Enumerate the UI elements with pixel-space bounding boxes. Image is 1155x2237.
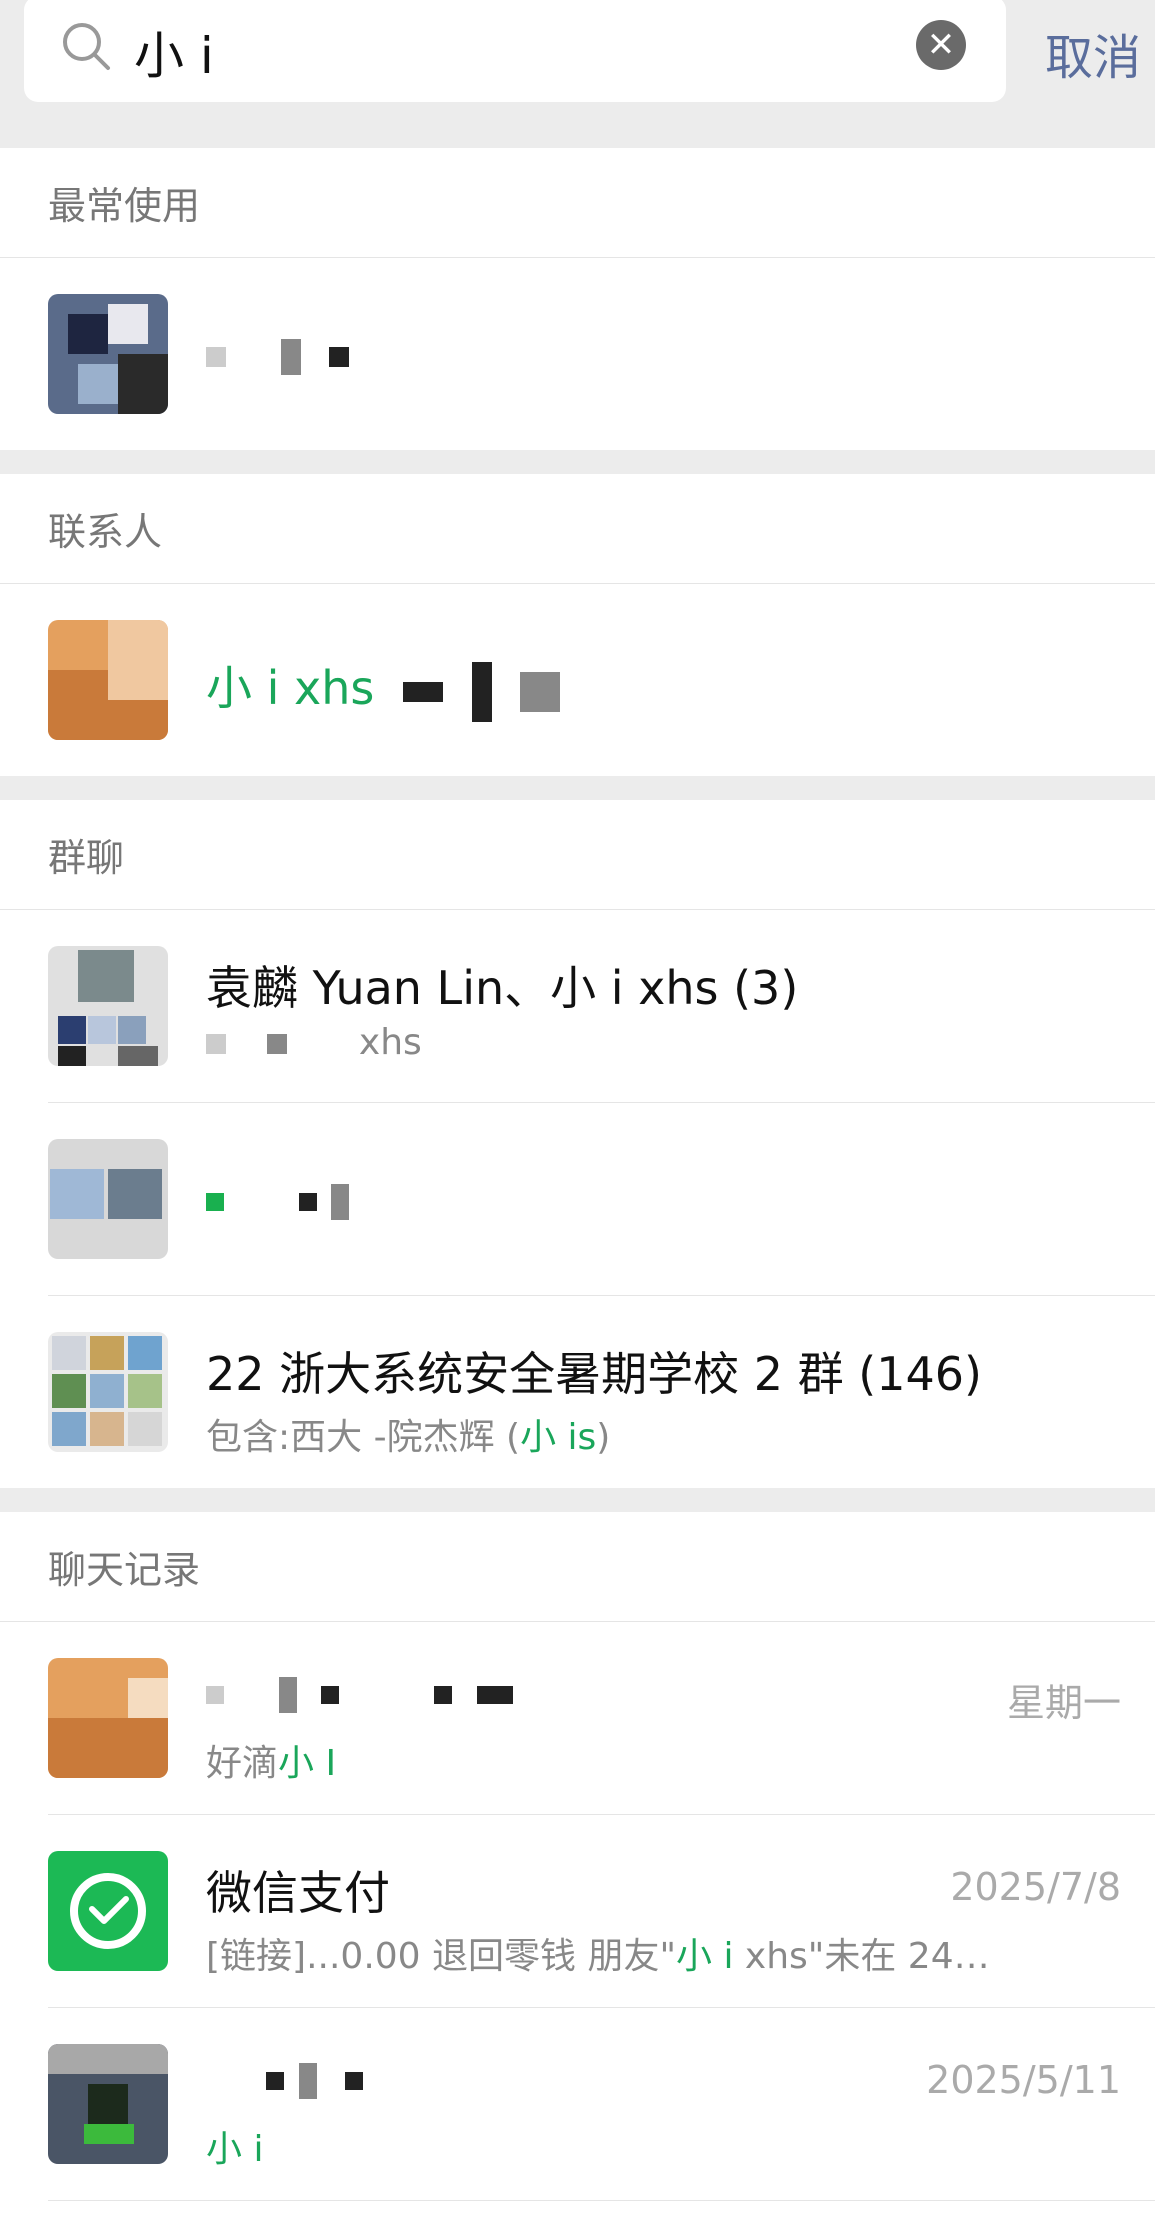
contact-name: 小 i xhs: [206, 652, 561, 722]
list-item[interactable]: 22 浙大系统安全暑期学校 2 群 (146) 包含:西大 -院杰辉 (小 is…: [48, 1296, 1155, 1488]
frequent-section: 最常使用: [0, 148, 1155, 450]
list-item[interactable]: 小 i xhs: [48, 584, 1155, 776]
cancel-button[interactable]: 取消: [1045, 18, 1141, 88]
group-avatar: [48, 1139, 168, 1259]
avatar: [48, 1658, 168, 1778]
section-gap: [0, 1488, 1155, 1512]
list-item[interactable]: [48, 258, 1155, 450]
group-member-match: xhs: [206, 1022, 1066, 1063]
contacts-section: 联系人 小 i xhs: [0, 474, 1155, 776]
group-name: 袁麟 Yuan Lin、小 i xhs (3): [206, 961, 799, 1015]
search-query: 小 i: [134, 27, 214, 85]
avatar: [48, 294, 168, 414]
list-item[interactable]: 微信支付 2025/7/8 [链接]...0.00 退回零钱 朋友"小 i xh…: [48, 1815, 1155, 2008]
list-item[interactable]: 袁麟 Yuan Lin、小 i xhs (3) xhs: [48, 910, 1155, 1103]
chat-name-masked: [206, 2050, 364, 2104]
section-title-frequent: 最常使用: [0, 148, 1155, 258]
section-gap: [0, 450, 1155, 474]
chat-snippet: 小 i: [206, 2129, 264, 2170]
wechat-pay-icon: [48, 1851, 168, 1971]
chat-snippet: [链接]...0.00 退回零钱 朋友"小 i xhs"未在 24…: [206, 1936, 990, 1977]
group-member-match: 包含:西大 -院杰辉 (小 is): [206, 1417, 611, 1458]
chat-date: 2025/7/8: [950, 1865, 1121, 1909]
clear-icon[interactable]: ✕: [916, 20, 966, 70]
group-name-masked: [206, 1171, 350, 1225]
group-avatar: [48, 1332, 168, 1452]
contact-name-masked: [206, 326, 350, 380]
chat-name-masked: [206, 1664, 513, 1718]
group-name: 22 浙大系统安全暑期学校 2 群 (146): [206, 1347, 982, 1401]
chat-date: 2025/5/11: [926, 2058, 1121, 2102]
search-header: 小 i ✕ 取消: [0, 0, 1155, 148]
chat-snippet: 好滴小 I: [206, 1743, 337, 1784]
avatar: [48, 2044, 168, 2164]
section-gap: [0, 776, 1155, 800]
section-title-contacts: 联系人: [0, 474, 1155, 584]
chat-date: 星期一: [1006, 1681, 1121, 1725]
group-avatar: [48, 946, 168, 1066]
chat-name: 微信支付: [206, 1866, 390, 1920]
section-title-groups: 群聊: [0, 800, 1155, 910]
list-item[interactable]: 2025/5/11 小 i: [48, 2008, 1155, 2201]
list-item[interactable]: [48, 1103, 1155, 1296]
avatar: [48, 620, 168, 740]
search-icon: [63, 23, 110, 70]
search-input[interactable]: 小 i ✕: [24, 0, 1006, 102]
chats-section: 聊天记录 星期一 好滴小 I 微信支付 2025/7/8 [链接]...0.00…: [0, 1512, 1155, 2201]
section-title-chats: 聊天记录: [0, 1512, 1155, 1622]
list-item[interactable]: 星期一 好滴小 I: [48, 1622, 1155, 1815]
contact-name-highlight: 小 i xhs: [206, 661, 375, 715]
groups-section: 群聊 袁麟 Yuan Lin、小 i xhs (3) xhs 22 浙大系统安全…: [0, 800, 1155, 1488]
